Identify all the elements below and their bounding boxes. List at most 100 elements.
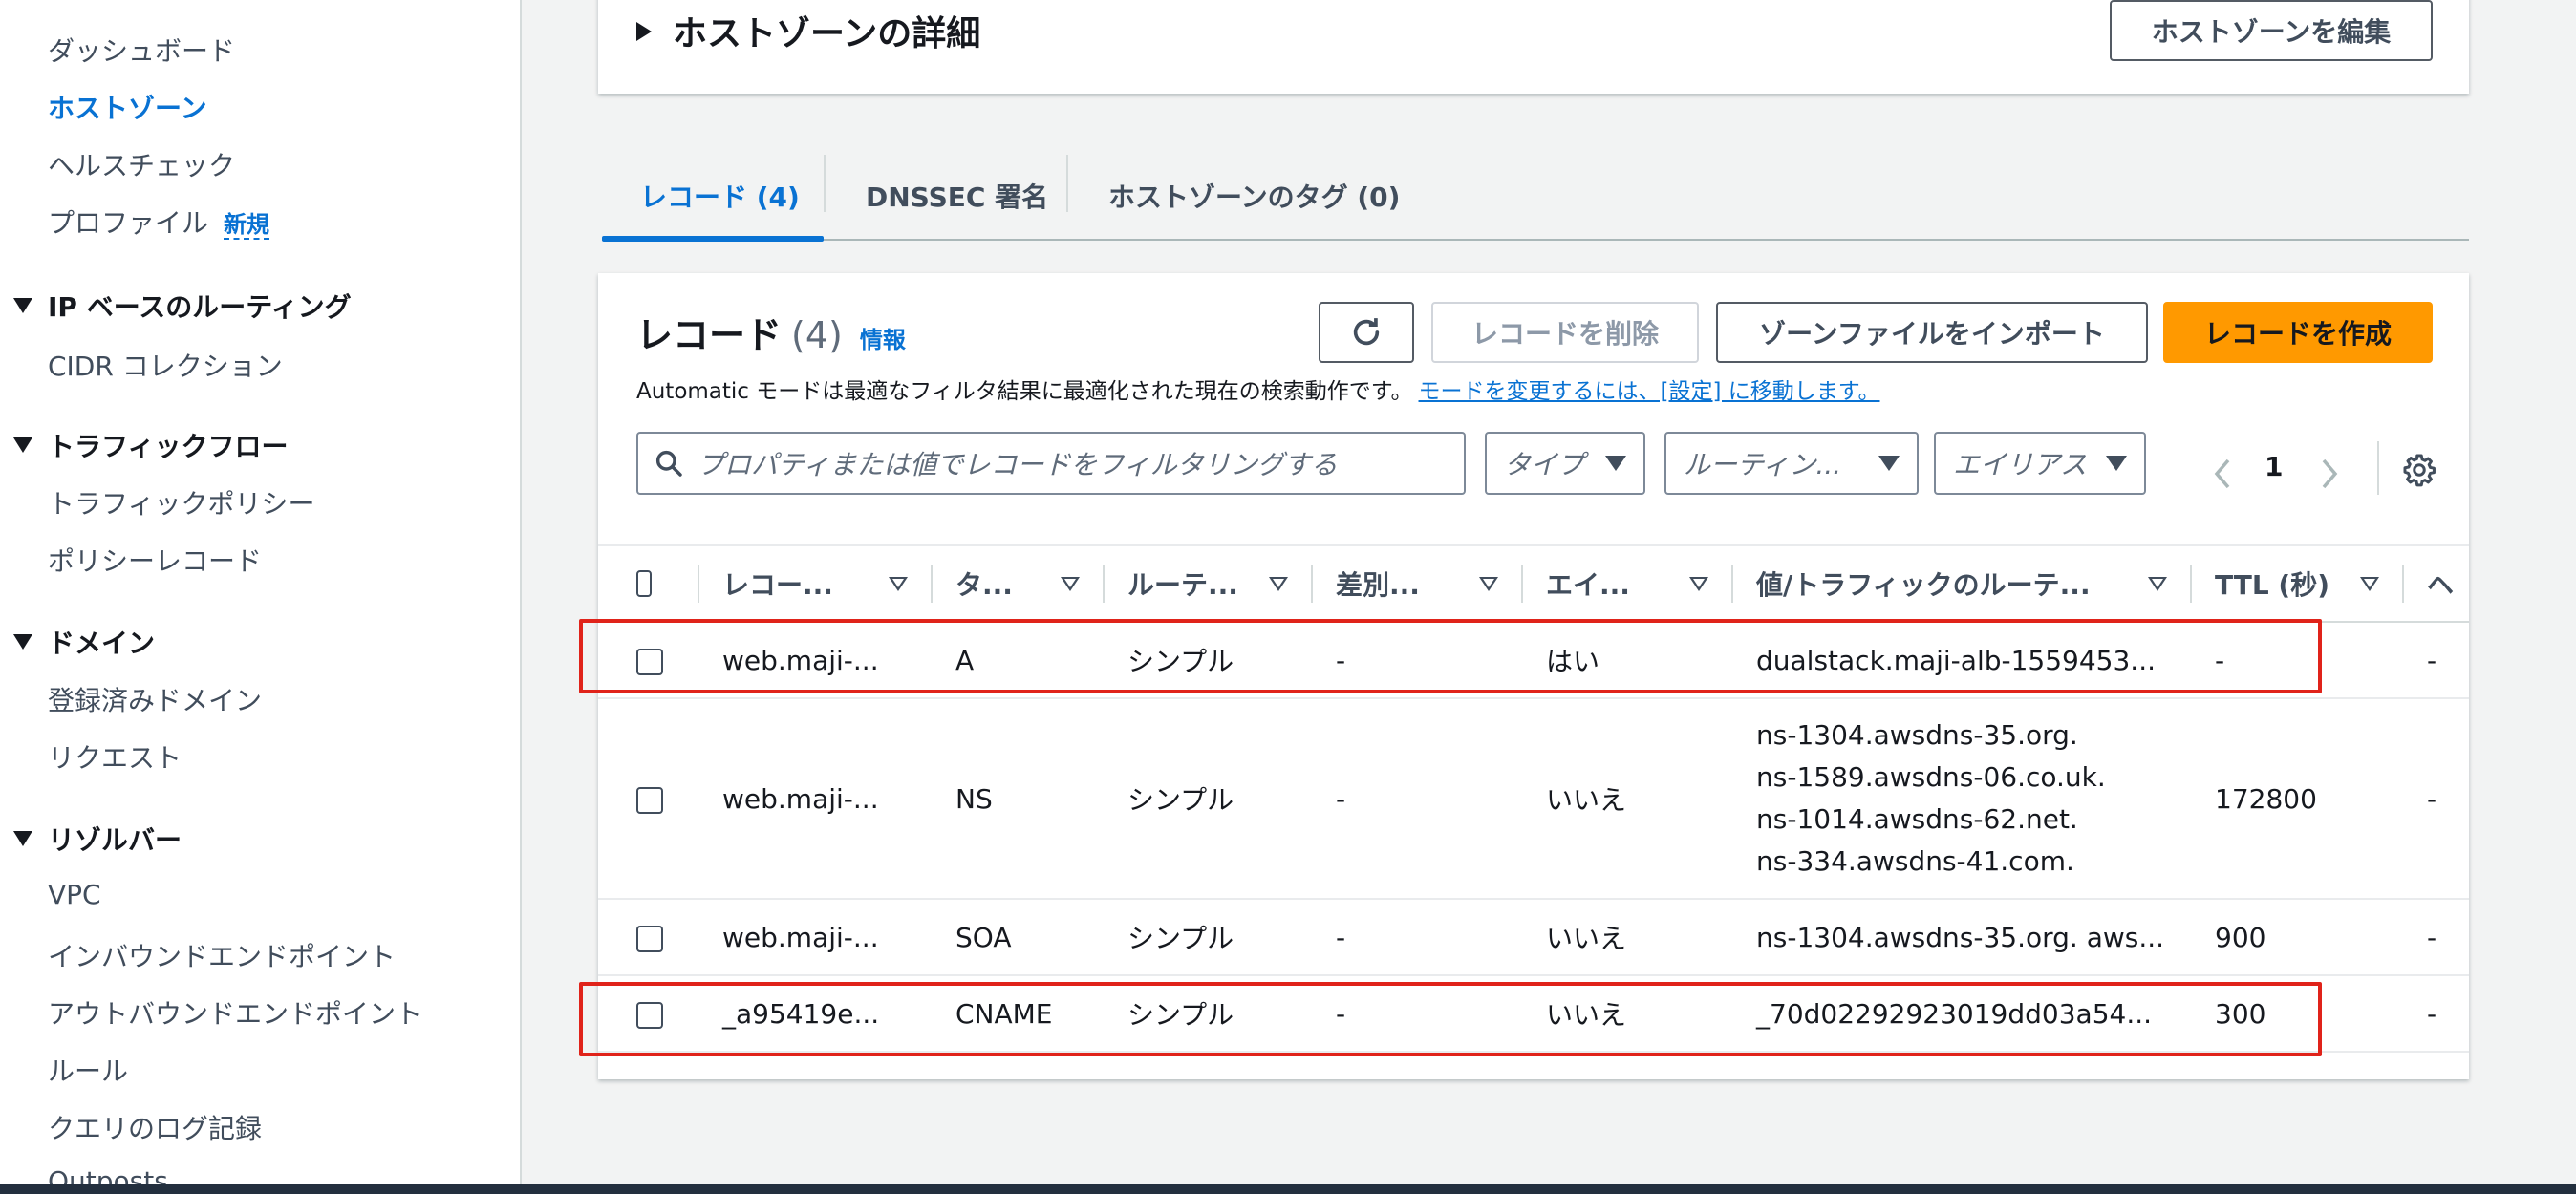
active-tab-indicator bbox=[602, 236, 824, 242]
sidebar: ダッシュボード ホストゾーン ヘルスチェック プロファイル 新規 IP ベースのル… bbox=[0, 0, 522, 1194]
column-header-value[interactable]: 値/トラフィックのルーテ... bbox=[1733, 544, 2192, 623]
caret-down-icon bbox=[1605, 456, 1626, 471]
nav-requests[interactable]: リクエスト bbox=[48, 737, 182, 776]
column-header-alias[interactable]: エイ... bbox=[1523, 544, 1733, 623]
tab-divider bbox=[824, 155, 826, 212]
record-type-cell: SOA bbox=[933, 899, 1105, 976]
change-mode-link[interactable]: モードを変更するには、[設定] に移動します。 bbox=[1419, 379, 1880, 404]
column-header-ttl[interactable]: TTL (秒) bbox=[2192, 544, 2404, 623]
nav-rules[interactable]: ルール bbox=[48, 1051, 128, 1089]
row-checkbox[interactable] bbox=[636, 925, 663, 952]
nav-cidr-collections[interactable]: CIDR コレクション bbox=[48, 346, 283, 384]
record-diff-cell: - bbox=[1313, 899, 1523, 976]
tab-tags[interactable]: ホストゾーンのタグ (0) bbox=[1108, 153, 1400, 239]
nav-health-checks[interactable]: ヘルスチェック bbox=[48, 145, 235, 183]
row-select-cell bbox=[598, 899, 699, 976]
search-icon bbox=[655, 450, 682, 477]
nav-vpc[interactable]: VPC bbox=[48, 879, 101, 910]
column-header-name-label: レコー... bbox=[722, 569, 833, 601]
nav-outbound-endpoints[interactable]: アウトバウンドエンドポイント bbox=[48, 993, 422, 1032]
record-ttl-cell: 900 bbox=[2192, 899, 2404, 976]
highlight-box-a-record bbox=[579, 619, 2322, 693]
record-routing-cell: シンプル bbox=[1105, 698, 1313, 900]
sort-icon bbox=[1061, 576, 1080, 591]
section-traffic-flow[interactable]: トラフィックフロー bbox=[13, 426, 288, 464]
details-title: ホストゾーンの詳細 bbox=[673, 14, 981, 53]
chevron-right-icon[interactable] bbox=[2318, 457, 2341, 491]
caret-right-icon bbox=[636, 22, 652, 41]
column-header-extra[interactable]: ヘ bbox=[2404, 544, 2469, 623]
nav-profiles-label: プロファイル bbox=[48, 207, 209, 239]
chevron-left-icon[interactable] bbox=[2211, 457, 2234, 491]
column-header-type-label: タ... bbox=[955, 569, 1013, 601]
column-header-routing[interactable]: ルーテ... bbox=[1105, 544, 1313, 623]
caret-down-icon bbox=[13, 831, 32, 846]
record-extra-cell: - bbox=[2404, 899, 2469, 976]
info-link[interactable]: 情報 bbox=[860, 327, 906, 353]
column-header-name[interactable]: レコー... bbox=[699, 544, 933, 623]
caret-down-icon bbox=[13, 298, 32, 313]
column-header-differentiator[interactable]: 差別... bbox=[1313, 544, 1523, 623]
edit-hosted-zone-button[interactable]: ホストゾーンを編集 bbox=[2110, 0, 2433, 61]
table-header-row: レコー... タ... ルーテ... 差別... エイ... 値/トラフィックの… bbox=[598, 544, 2469, 623]
column-header-extra-label: ヘ bbox=[2427, 569, 2455, 601]
section-resolver-label: リゾルバー bbox=[48, 824, 182, 856]
gear-icon[interactable] bbox=[2402, 453, 2436, 487]
record-value-cell: ns-1304.awsdns-35.org. ns-1589.awsdns-06… bbox=[1733, 698, 2192, 900]
select-all-checkbox[interactable] bbox=[636, 570, 652, 597]
section-domains[interactable]: ドメイン bbox=[13, 623, 155, 661]
section-resolver[interactable]: リゾルバー bbox=[13, 820, 182, 858]
alias-filter-label: エイリアス bbox=[1953, 449, 2088, 480]
alias-filter-select[interactable]: エイリアス bbox=[1934, 432, 2146, 495]
nav-dashboard[interactable]: ダッシュボード bbox=[48, 31, 235, 69]
column-header-alias-label: エイ... bbox=[1546, 569, 1630, 601]
column-header-routing-label: ルーテ... bbox=[1127, 569, 1238, 601]
new-badge[interactable]: 新規 bbox=[224, 211, 270, 240]
record-value-line: ns-334.awsdns-41.com. bbox=[1756, 845, 2074, 877]
records-title: レコード bbox=[636, 314, 783, 356]
section-ip-routing[interactable]: IP ベースのルーティング bbox=[13, 287, 352, 325]
nav-traffic-policies[interactable]: トラフィックポリシー bbox=[48, 483, 314, 522]
row-checkbox[interactable] bbox=[636, 786, 663, 814]
search-mode-text: Automatic モードは最適なフィルタ結果に最適化された現在の検索動作です。 bbox=[636, 379, 1413, 404]
create-record-button[interactable]: レコードを作成 bbox=[2163, 302, 2433, 363]
refresh-icon bbox=[1353, 318, 1380, 346]
type-filter-label: タイプ bbox=[1504, 449, 1585, 480]
refresh-button[interactable] bbox=[1319, 302, 1414, 363]
sort-icon bbox=[2148, 576, 2167, 591]
pager-divider bbox=[2377, 441, 2379, 495]
record-extra-cell: - bbox=[2404, 622, 2469, 699]
table-row[interactable]: web.maji-... NS シンプル - いいえ ns-1304.awsdn… bbox=[598, 698, 2469, 900]
record-alias-cell: いいえ bbox=[1523, 698, 1733, 900]
delete-record-button[interactable]: レコードを削除 bbox=[1431, 302, 1699, 363]
nav-registered-domains[interactable]: 登録済みドメイン bbox=[48, 680, 262, 718]
nav-query-logging[interactable]: クエリのログ記録 bbox=[48, 1108, 262, 1146]
section-domains-label: ドメイン bbox=[48, 628, 156, 659]
nav-profiles[interactable]: プロファイル 新規 bbox=[48, 203, 270, 241]
record-diff-cell: - bbox=[1313, 698, 1523, 900]
tab-records[interactable]: レコード (4) bbox=[640, 153, 800, 239]
table-row[interactable]: web.maji-... SOA シンプル - いいえ ns-1304.awsd… bbox=[598, 899, 2469, 976]
sort-icon bbox=[1689, 576, 1708, 591]
record-filter-input[interactable]: プロパティまたは値でレコードをフィルタリングする bbox=[636, 432, 1466, 495]
search-placeholder: プロパティまたは値でレコードをフィルタリングする bbox=[698, 449, 1338, 480]
sort-icon bbox=[889, 576, 908, 591]
routing-filter-select[interactable]: ルーティン... bbox=[1664, 432, 1919, 495]
hosted-zone-details-toggle[interactable]: ホストゾーンの詳細 bbox=[636, 6, 980, 55]
nav-policy-records[interactable]: ポリシーレコード bbox=[48, 541, 262, 579]
page-number[interactable]: 1 bbox=[2265, 451, 2283, 482]
import-zone-file-button[interactable]: ゾーンファイルをインポート bbox=[1716, 302, 2148, 363]
column-header-type[interactable]: タ... bbox=[933, 544, 1105, 623]
hosted-zone-details-panel: ホストゾーンの詳細 ホストゾーンを編集 bbox=[598, 0, 2469, 94]
nav-hosted-zones[interactable]: ホストゾーン bbox=[48, 88, 207, 126]
row-select-cell bbox=[598, 698, 699, 900]
record-name-cell: web.maji-... bbox=[699, 698, 933, 900]
column-header-value-label: 値/トラフィックのルーテ... bbox=[1756, 569, 2091, 601]
search-mode-notice: Automatic モードは最適なフィルタ結果に最適化された現在の検索動作です。… bbox=[636, 373, 1879, 405]
records-header: レコード (4) 情報 bbox=[636, 306, 906, 358]
sort-icon bbox=[2360, 576, 2379, 591]
record-value-cell: ns-1304.awsdns-35.org. aws... bbox=[1733, 899, 2192, 976]
type-filter-select[interactable]: タイプ bbox=[1485, 432, 1645, 495]
nav-inbound-endpoints[interactable]: インバウンドエンドポイント bbox=[48, 936, 396, 974]
tab-dnssec[interactable]: DNSSEC 署名 bbox=[866, 153, 1048, 239]
